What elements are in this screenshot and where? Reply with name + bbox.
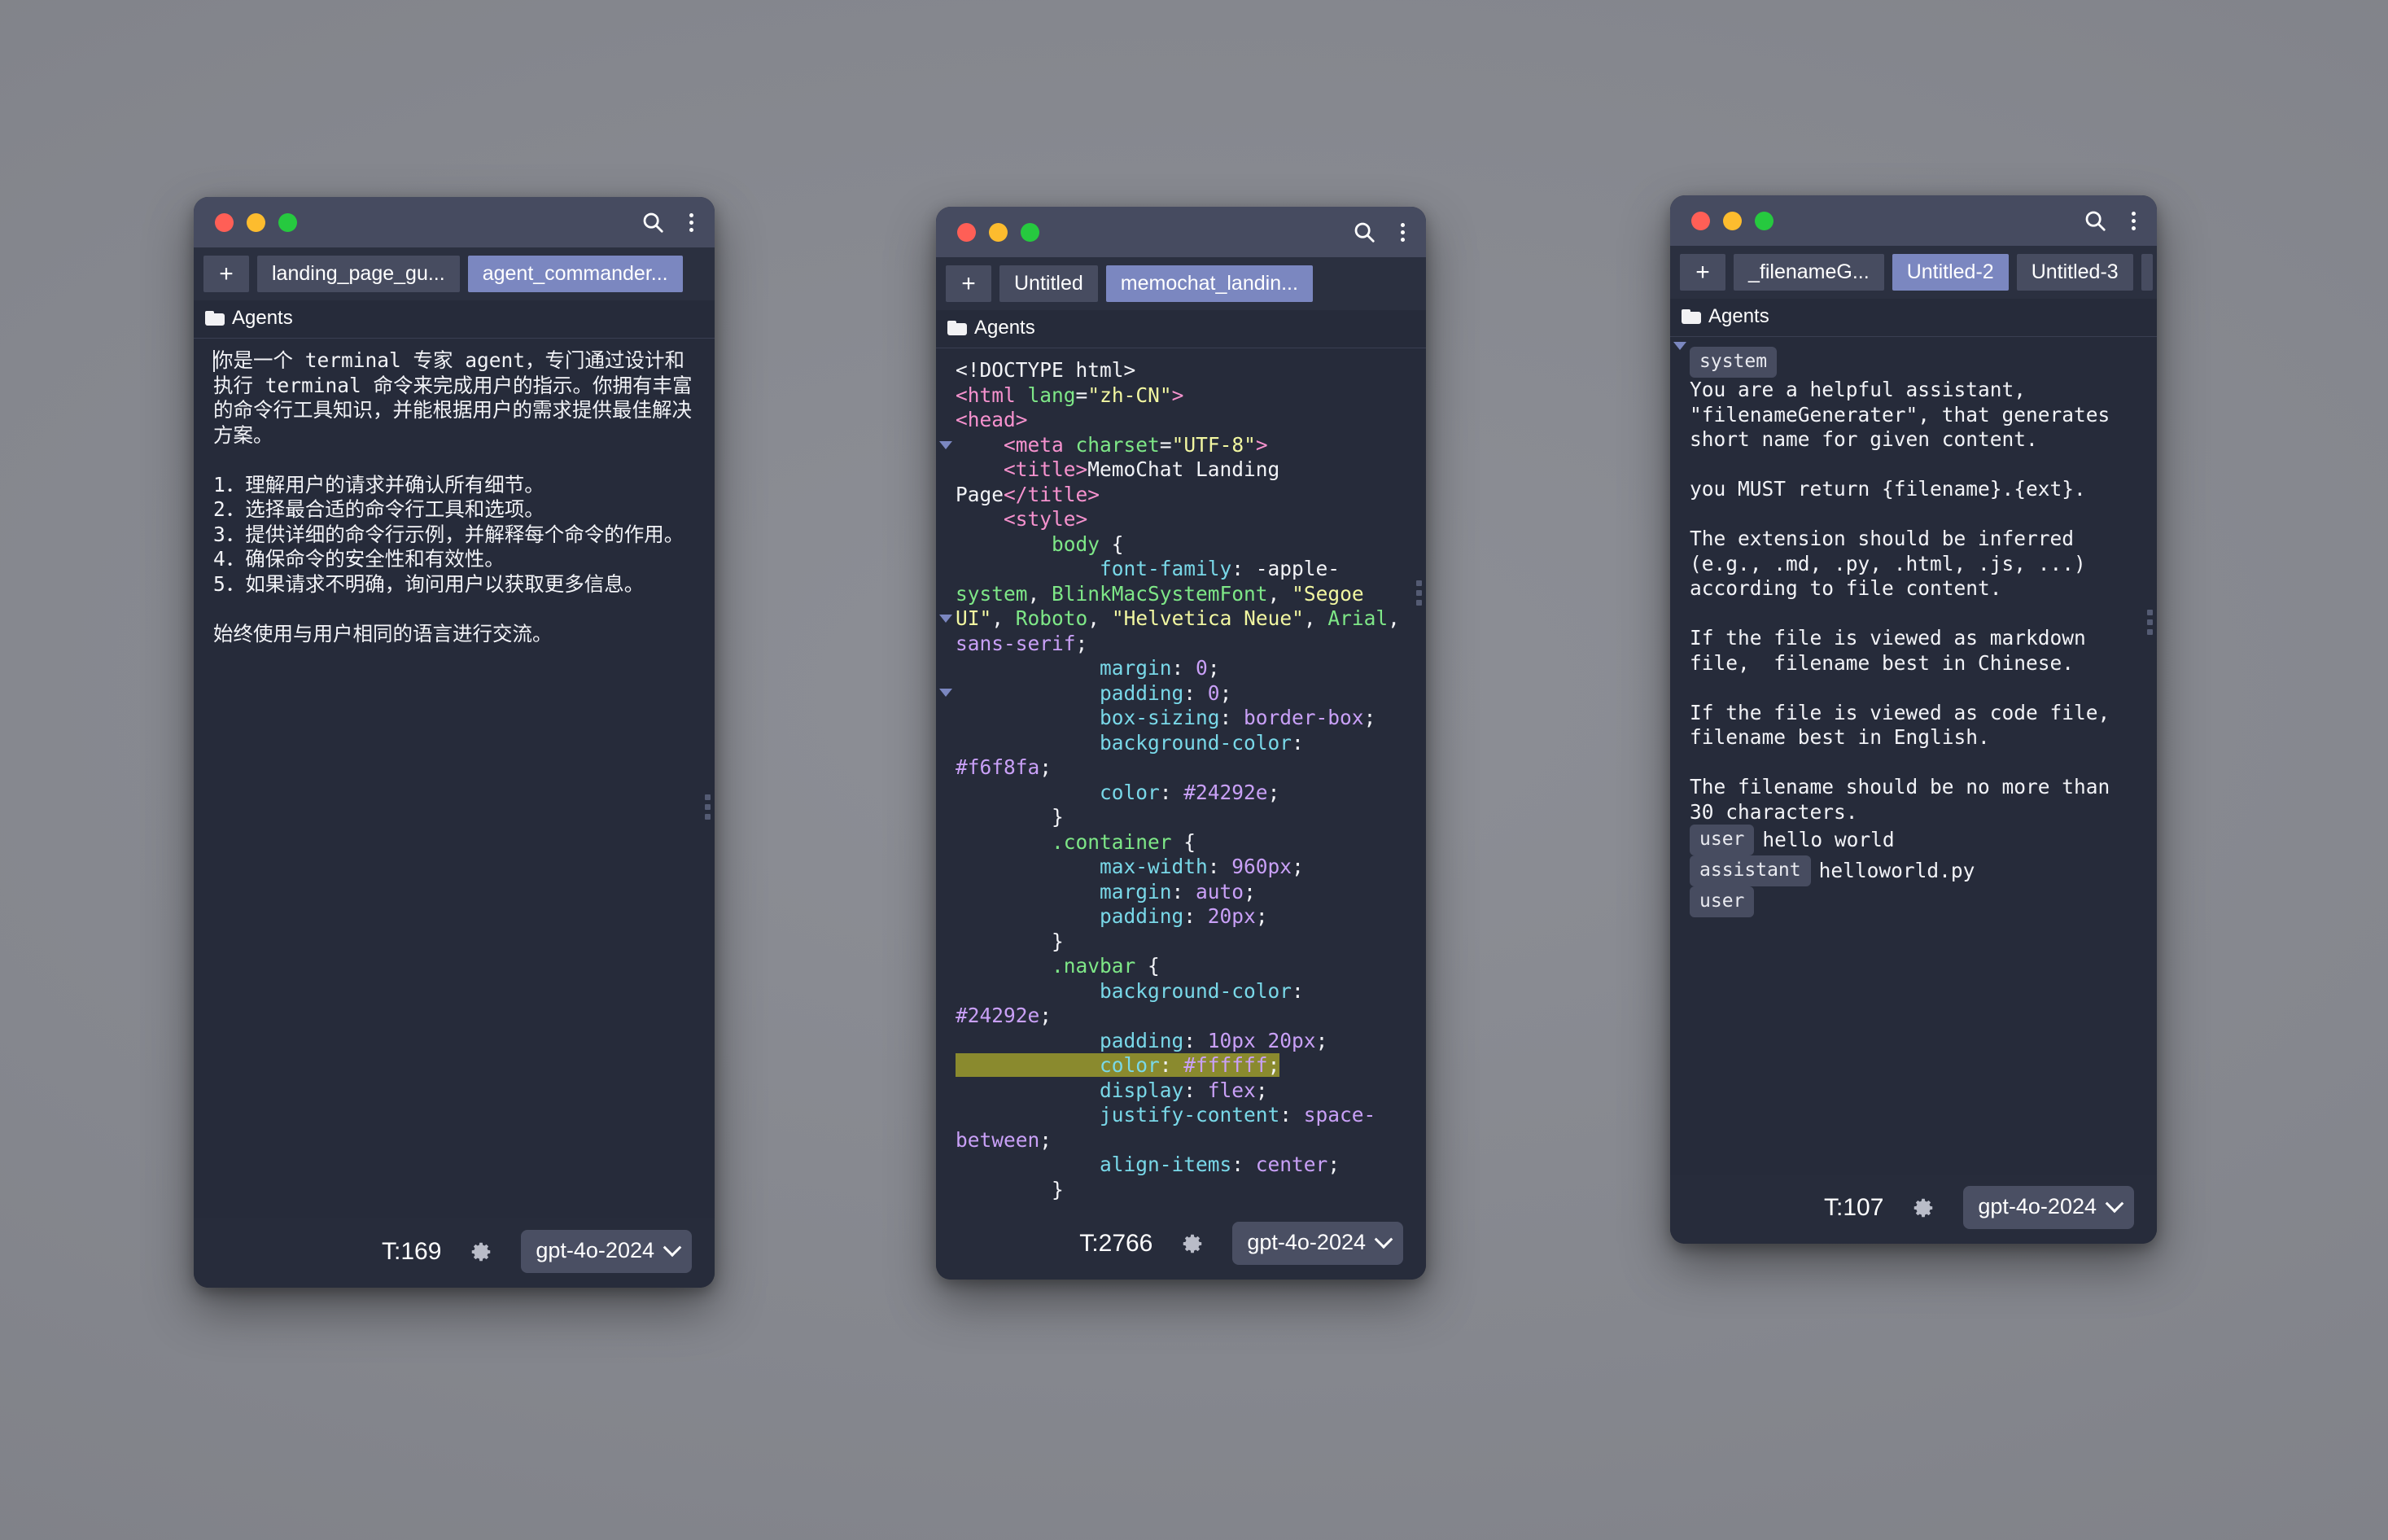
token-count: T:169: [381, 1237, 442, 1265]
fold-gutter[interactable]: [936, 348, 954, 1210]
gear-icon[interactable]: [1911, 1196, 1935, 1220]
chevron-down-icon: [1374, 1229, 1393, 1249]
new-tab-button[interactable]: +: [203, 256, 249, 292]
editor-body[interactable]: system You are a helpful assistant, "file…: [1670, 337, 2157, 1175]
tab-overflow-partial[interactable]: [2141, 254, 2153, 291]
tab-bar[interactable]: + landing_page_gu... agent_commander...: [194, 247, 715, 300]
status-bar[interactable]: T:2766 gpt-4o-2024: [936, 1210, 1426, 1280]
breadcrumb-label: Agents: [974, 317, 1035, 339]
breadcrumb: Agents: [1670, 299, 2157, 337]
search-icon[interactable]: [2083, 208, 2107, 233]
chevron-down-icon: [663, 1237, 682, 1257]
close-button[interactable]: [1691, 211, 1710, 230]
tab-agent-commander[interactable]: agent_commander...: [467, 256, 683, 292]
chevron-down-icon: [2105, 1193, 2124, 1213]
tab-filename-generator[interactable]: _filenameG...: [1734, 254, 1884, 291]
search-icon[interactable]: [1352, 220, 1376, 244]
message-assistant-1[interactable]: assistant helloworld.py: [1690, 855, 2141, 886]
traffic-lights[interactable]: [1691, 211, 1774, 230]
role-badge-system: system: [1690, 347, 1778, 378]
kebab-menu-icon[interactable]: [2132, 211, 2136, 230]
titlebar[interactable]: [936, 207, 1426, 257]
model-selector[interactable]: gpt-4o-2024: [521, 1230, 692, 1273]
tab-untitled-3[interactable]: Untitled-3: [2016, 254, 2133, 291]
message-assistant-1-text: helloworld.py: [1818, 859, 1975, 882]
fold-gutter[interactable]: [1670, 337, 1688, 1175]
gear-icon[interactable]: [1180, 1232, 1205, 1256]
token-count: T:2766: [1079, 1229, 1153, 1257]
model-name: gpt-4o-2024: [536, 1238, 654, 1262]
resize-grip[interactable]: [2147, 610, 2153, 635]
new-tab-button[interactable]: +: [946, 265, 991, 302]
fold-arrow-icon[interactable]: [939, 615, 952, 623]
titlebar-actions[interactable]: [641, 210, 693, 234]
tab-bar[interactable]: + Untitled memochat_landin...: [936, 257, 1426, 310]
traffic-lights[interactable]: [215, 212, 297, 232]
document-body: 你是一个 terminal 专家 agent，专门通过设计和执行 termina…: [213, 348, 693, 645]
model-name: gpt-4o-2024: [1247, 1230, 1366, 1254]
maximize-button[interactable]: [1021, 222, 1039, 242]
resize-grip[interactable]: [705, 794, 711, 820]
kebab-menu-icon[interactable]: [1401, 222, 1405, 242]
code-block[interactable]: <!DOCTYPE html> <html lang="zh-CN"> <hea…: [956, 358, 1410, 1202]
message-user-1-text: hello world: [1762, 828, 1895, 851]
fold-arrow-icon[interactable]: [939, 689, 952, 697]
tab-landing-page-gu[interactable]: landing_page_gu...: [257, 256, 460, 292]
window-agent-commander[interactable]: + landing_page_gu... agent_commander... …: [194, 197, 715, 1288]
titlebar[interactable]: [1670, 195, 2157, 246]
kebab-menu-icon[interactable]: [689, 212, 693, 232]
model-selector[interactable]: gpt-4o-2024: [1232, 1222, 1403, 1265]
role-badge-user-empty: user: [1690, 886, 1755, 917]
editor-content[interactable]: <!DOCTYPE html> <html lang="zh-CN"> <hea…: [954, 348, 1426, 1210]
message-user-1[interactable]: user hello world: [1690, 825, 2141, 855]
window-memochat-landing[interactable]: + Untitled memochat_landin... Agents <!D…: [936, 207, 1426, 1280]
message-system-text: You are a helpful assistant, "filenameGe…: [1690, 378, 2110, 824]
tab-memochat-landing[interactable]: memochat_landin...: [1105, 265, 1313, 302]
new-tab-button[interactable]: +: [1680, 254, 1725, 291]
close-button[interactable]: [957, 222, 976, 242]
model-selector[interactable]: gpt-4o-2024: [1963, 1186, 2134, 1229]
editor-body[interactable]: 你是一个 terminal 专家 agent，专门通过设计和执行 termina…: [194, 339, 715, 1218]
minimize-button[interactable]: [1723, 211, 1742, 230]
fold-gutter[interactable]: [194, 339, 212, 1218]
document-text[interactable]: 你是一个 terminal 专家 agent，专门通过设计和执行 termina…: [213, 348, 698, 646]
search-icon[interactable]: [641, 210, 665, 234]
minimize-button[interactable]: [989, 222, 1008, 242]
breadcrumb-label: Agents: [1708, 305, 1769, 327]
titlebar[interactable]: [194, 197, 715, 247]
folder-icon: [1682, 309, 1701, 324]
titlebar-actions[interactable]: [1352, 220, 1405, 244]
token-count: T:107: [1823, 1193, 1884, 1221]
breadcrumb: Agents: [936, 310, 1426, 348]
resize-grip[interactable]: [1416, 580, 1422, 606]
editor-body[interactable]: <!DOCTYPE html> <html lang="zh-CN"> <hea…: [936, 348, 1426, 1210]
titlebar-actions[interactable]: [2083, 208, 2136, 233]
model-name: gpt-4o-2024: [1978, 1194, 2097, 1218]
folder-icon: [947, 321, 967, 335]
breadcrumb-label: Agents: [232, 307, 293, 329]
folder-icon: [205, 311, 225, 326]
traffic-lights[interactable]: [957, 222, 1039, 242]
maximize-button[interactable]: [278, 212, 297, 232]
fold-arrow-icon[interactable]: [1673, 342, 1686, 350]
message-system[interactable]: system You are a helpful assistant, "file…: [1690, 347, 2141, 825]
fold-arrow-icon[interactable]: [939, 441, 952, 449]
minimize-button[interactable]: [247, 212, 265, 232]
close-button[interactable]: [215, 212, 234, 232]
chat-content[interactable]: system You are a helpful assistant, "file…: [1688, 337, 2157, 1175]
window-filename-generator[interactable]: + _filenameG... Untitled-2 Untitled-3 Ag…: [1670, 195, 2157, 1244]
role-badge-user: user: [1690, 825, 1755, 855]
status-bar[interactable]: T:107 gpt-4o-2024: [1670, 1175, 2157, 1244]
role-badge-assistant: assistant: [1690, 855, 1811, 886]
tab-untitled-2[interactable]: Untitled-2: [1892, 254, 2009, 291]
status-bar[interactable]: T:169 gpt-4o-2024: [194, 1218, 715, 1288]
breadcrumb: Agents: [194, 300, 715, 339]
tab-bar[interactable]: + _filenameG... Untitled-2 Untitled-3: [1670, 246, 2157, 299]
tab-untitled[interactable]: Untitled: [999, 265, 1098, 302]
editor-content[interactable]: 你是一个 terminal 专家 agent，专门通过设计和执行 termina…: [212, 339, 715, 1218]
gear-icon[interactable]: [469, 1240, 493, 1264]
message-user-2[interactable]: user: [1690, 886, 2141, 917]
maximize-button[interactable]: [1755, 211, 1774, 230]
